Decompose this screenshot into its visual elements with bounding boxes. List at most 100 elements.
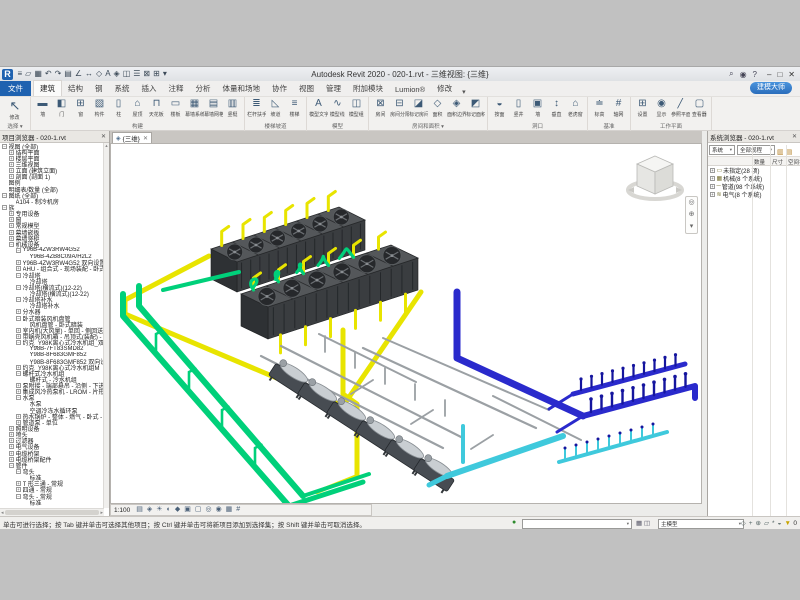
search-icon[interactable]: ⌕ (729, 69, 733, 79)
section-icon[interactable]: ◫ (123, 68, 131, 80)
expand-icon[interactable]: + (9, 457, 14, 462)
tree-item[interactable]: +AHU - 组合式 - 现场装配 - 卧式 - 标准 - 2000 - 59 (0, 266, 103, 272)
active-workset-combo[interactable]: ▾ (522, 519, 632, 529)
3d-viewport[interactable]: ◎ ⊕ ▾ (110, 143, 702, 504)
expand-icon[interactable]: + (710, 168, 715, 173)
ribbon-tab-6[interactable]: 注释 (163, 81, 190, 96)
expand-icon[interactable]: + (9, 236, 14, 241)
tool-竖梃[interactable]: ▥竖梃 (223, 98, 242, 118)
model-3d-view[interactable] (111, 144, 702, 504)
dimension-icon[interactable]: ↔ (85, 68, 93, 80)
switch-windows-icon[interactable]: ⊞ (153, 68, 160, 80)
text-icon[interactable]: A (105, 68, 110, 80)
expand-icon[interactable]: + (710, 184, 715, 189)
lights-icon[interactable]: ◆ (175, 505, 180, 515)
expand-icon[interactable]: + (16, 328, 21, 333)
tool-按面[interactable]: ◒按面 (490, 98, 509, 118)
collapse-icon[interactable]: − (16, 316, 21, 321)
ribbon-tab-11[interactable]: 管理 (320, 81, 347, 96)
ribbon-tab-14[interactable]: 修改 (431, 81, 458, 96)
hide-isolate-icon[interactable]: ◎ (205, 505, 211, 515)
ribbon-tab-13[interactable]: Lumion® (389, 83, 431, 96)
collapse-icon[interactable]: − (16, 285, 21, 290)
collapse-icon[interactable]: − (2, 144, 7, 149)
selection-filter-icon[interactable]: ▼ (784, 520, 790, 527)
project-browser-horizontal-scrollbar[interactable]: ◂▸ (0, 508, 104, 516)
supply-pipes-blue[interactable] (457, 292, 695, 432)
detail-level-icon[interactable]: ▤ (136, 505, 143, 515)
project-browser-close-icon[interactable]: ✕ (100, 133, 107, 140)
plugin-button[interactable]: 建模大师 (750, 82, 792, 94)
sun-path-icon[interactable]: ☀ (156, 505, 162, 515)
exclude-options-icon[interactable]: ◇ (741, 519, 746, 527)
close-view-tab-icon[interactable]: ✕ (143, 135, 148, 142)
close-windows-icon[interactable]: ⊠ (143, 68, 150, 80)
tool-墙[interactable]: ▬墙 (33, 98, 52, 118)
tool-模型组[interactable]: ◫模型组 (347, 98, 366, 118)
ribbon-tab-8[interactable]: 体量和场地 (217, 81, 267, 96)
tool-门[interactable]: ◧门 (52, 98, 71, 118)
tool-房间[interactable]: ⊠房间 (371, 98, 390, 118)
collapse-icon[interactable]: − (16, 371, 21, 376)
expand-icon[interactable]: + (9, 223, 14, 228)
3d-view-icon[interactable]: ◈ (114, 68, 120, 80)
select-by-face-icon[interactable]: ◒ (778, 520, 782, 527)
tool-墙[interactable]: ▣墙 (528, 98, 547, 118)
reveal-hidden-icon[interactable]: ◉ (216, 505, 222, 515)
tool-查看器[interactable]: ▢查看器 (690, 98, 709, 118)
signin-icon[interactable]: ◉ (740, 70, 747, 79)
tool-轴网[interactable]: #轴网 (609, 98, 628, 118)
tool-房间分隔[interactable]: ⊟房间分隔 (390, 98, 409, 118)
ribbon-tab-5[interactable]: 插入 (136, 81, 163, 96)
ribbon-tab-12[interactable]: 附加模块 (347, 81, 389, 96)
tool-老虎窗[interactable]: ⌂老虎窗 (566, 98, 585, 118)
tool-修改[interactable]: ↖修改 (2, 98, 28, 121)
tag-icon[interactable]: ◇ (96, 68, 102, 80)
minimize-icon[interactable]: – (767, 70, 771, 79)
collapse-icon[interactable]: − (16, 395, 21, 400)
expand-icon[interactable]: + (16, 309, 21, 314)
tool-幕墙网格[interactable]: ▤幕墙网格 (204, 98, 223, 118)
tool-柱[interactable]: ▯柱 (109, 98, 128, 118)
press-drag-icon[interactable]: + (749, 520, 753, 527)
ribbon-tab-7[interactable]: 分析 (190, 81, 217, 96)
redo-icon[interactable]: ↷ (55, 68, 62, 80)
tool-设置[interactable]: ⊞设置 (633, 98, 652, 118)
help-icon[interactable]: ? (753, 70, 757, 79)
select-underlay-icon[interactable]: ▱ (764, 519, 769, 527)
expand-icon[interactable]: + (9, 217, 14, 222)
expand-icon[interactable]: + (16, 260, 21, 265)
view-properties-icon[interactable]: ▦ (226, 505, 233, 515)
undo-icon[interactable]: ↶ (45, 68, 52, 80)
system-view-combo[interactable]: 系统▾ (709, 145, 735, 155)
ribbon-tab-3[interactable]: 钢 (89, 81, 109, 96)
show-crop-icon[interactable]: ▢ (195, 505, 202, 515)
collapse-icon[interactable]: − (16, 494, 21, 499)
open-icon[interactable]: ▱ (25, 68, 31, 80)
menu-icon[interactable]: ≡ (18, 68, 23, 80)
view-tab[interactable]: ◈ {三维} ✕ (112, 132, 152, 143)
project-browser-vertical-scrollbar[interactable]: ▲ (103, 143, 109, 508)
expand-icon[interactable]: + (16, 334, 21, 339)
maximize-icon[interactable]: □ (777, 70, 782, 79)
tool-坡道[interactable]: ◺坡道 (266, 98, 285, 118)
tool-竖井[interactable]: ▯竖井 (509, 98, 528, 118)
tool-模型文字[interactable]: A模型文字 (309, 98, 328, 118)
revit-logo-icon[interactable]: R (2, 69, 13, 80)
expand-icon[interactable]: + (9, 444, 14, 449)
tool-标高[interactable]: ≐标高 (590, 98, 609, 118)
expand-icon[interactable]: + (9, 426, 14, 431)
expand-icon[interactable]: + (16, 414, 21, 419)
expand-icon[interactable]: + (16, 266, 21, 271)
tool-模型线[interactable]: ∿模型线 (328, 98, 347, 118)
tool-楼板[interactable]: ▭楼板 (166, 98, 185, 118)
tool-构件[interactable]: ▧构件 (90, 98, 109, 118)
expand-icon[interactable]: + (9, 230, 14, 235)
collapse-icon[interactable]: − (16, 340, 21, 345)
expand-icon[interactable]: + (16, 389, 21, 394)
ribbon-tab-1[interactable]: 建筑 (33, 80, 62, 96)
ribbon-tab-2[interactable]: 结构 (62, 81, 89, 96)
collapse-icon[interactable]: − (9, 242, 14, 247)
tool-幕墙系统[interactable]: ▦幕墙系统 (185, 98, 204, 118)
expand-icon[interactable]: + (16, 487, 21, 492)
